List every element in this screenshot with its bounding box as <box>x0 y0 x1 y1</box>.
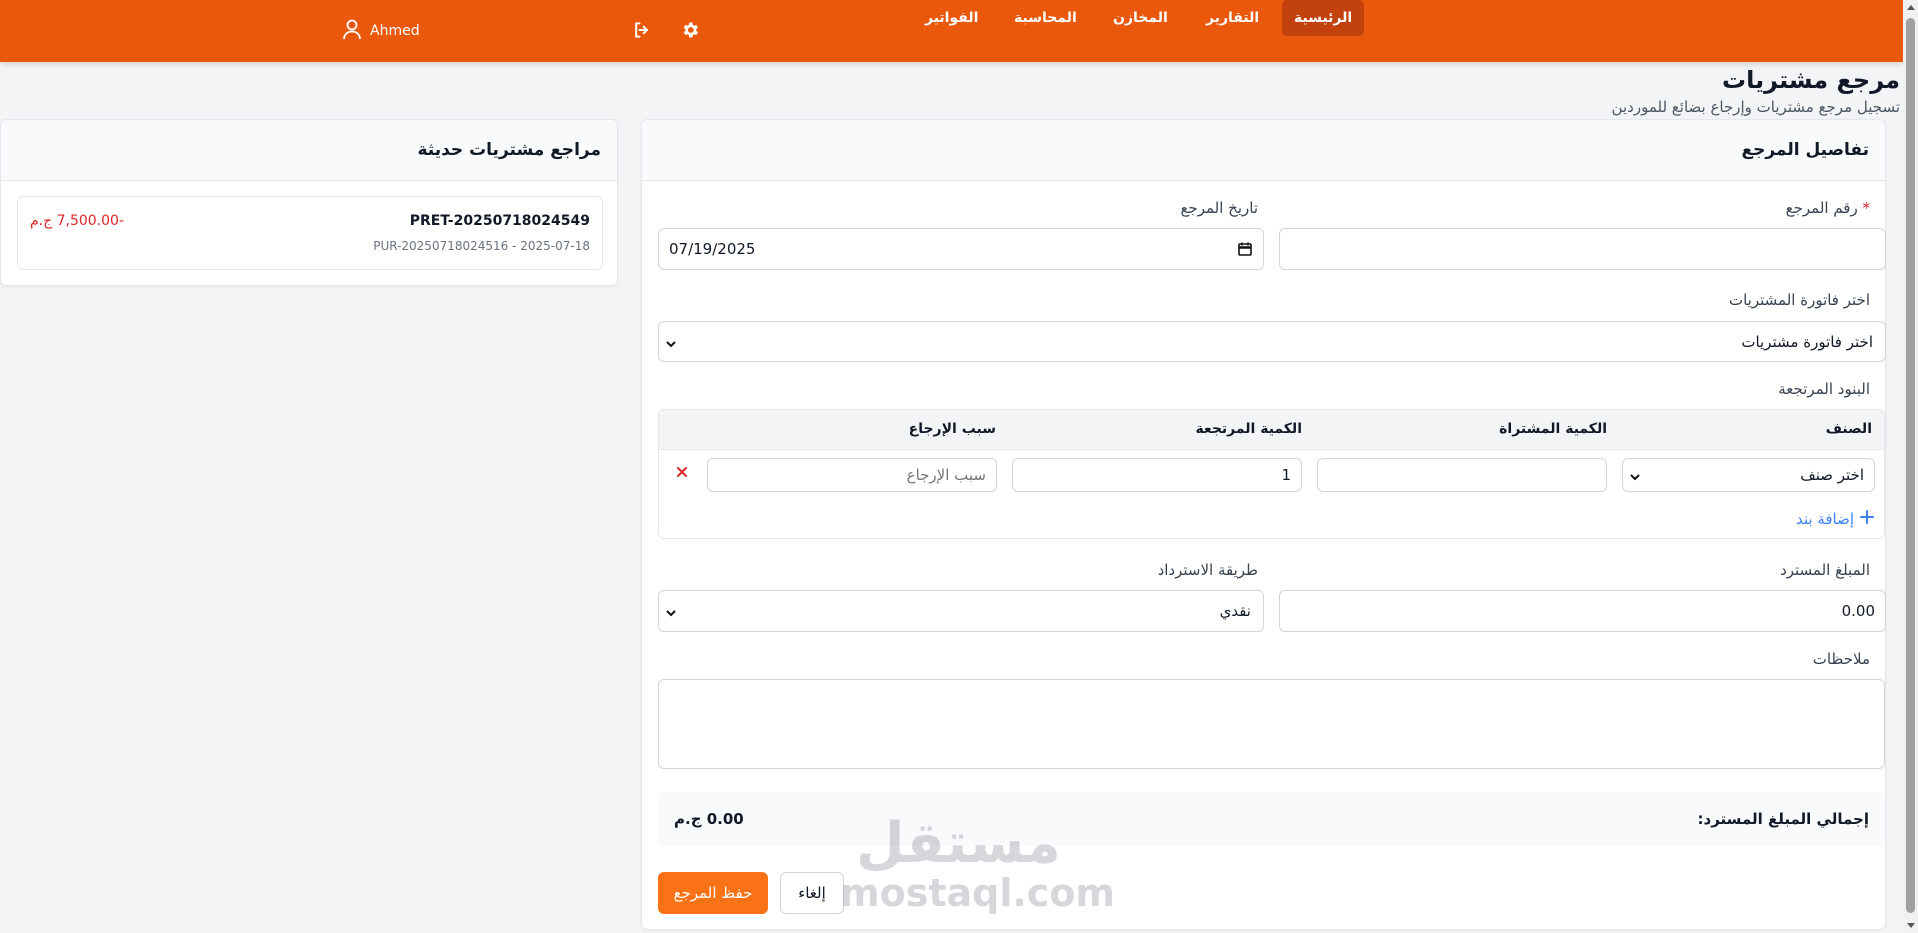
return-number-input[interactable] <box>1279 228 1886 270</box>
refund-amount-label: المبلغ المسترد <box>1780 561 1870 579</box>
recent-returns-card: مراجع مشتريات حديثة PRET-20250718024549 … <box>0 119 618 286</box>
add-line-label: إضافة بند <box>1795 510 1854 528</box>
chevron-down-icon <box>1629 469 1641 481</box>
item-selected: اختر صنف <box>1800 466 1864 484</box>
returned-items-label: البنود المرتجعة <box>1778 380 1870 398</box>
col-returned-qty: الكمية المرتجعة <box>1195 421 1302 437</box>
notes-textarea[interactable] <box>658 679 1885 769</box>
purchase-invoice-label: اختر فاتورة المشتريات <box>1728 291 1870 309</box>
logout-icon[interactable] <box>632 20 654 42</box>
purchase-invoice-select[interactable]: اختر فاتورة مشتريات <box>658 321 1886 362</box>
returned-items-table: الصنف الكمية المشتراة الكمية المرتجعة سب… <box>658 409 1885 539</box>
notes-label: ملاحظات <box>1812 650 1870 668</box>
required-mark: * <box>1862 199 1871 217</box>
refund-method-selected: نقدي <box>1219 602 1251 620</box>
total-refund-label: إجمالي المبلغ المسترد: <box>1697 810 1869 828</box>
purchased-qty-input[interactable] <box>1317 458 1607 492</box>
col-return-reason: سبب الإرجاع <box>908 421 996 437</box>
nav-accounting[interactable]: المحاسبة <box>1002 0 1089 36</box>
refund-method-label: طريقة الاسترداد <box>1157 561 1258 579</box>
return-number-label: * رقم المرجع <box>1785 199 1871 217</box>
refund-method-select[interactable]: نقدي <box>658 590 1264 632</box>
recent-return-meta: PUR-20250718024516 - 2025-07-18 <box>373 239 590 253</box>
return-details-title: تفاصيل المرجع <box>1741 140 1869 160</box>
user-icon <box>342 18 362 44</box>
chevron-down-icon <box>665 336 677 348</box>
user-menu[interactable]: Ahmed <box>342 18 420 44</box>
return-date-label: تاريخ المرجع <box>1180 199 1258 217</box>
col-item: الصنف <box>1825 421 1872 437</box>
page-scrollbar[interactable] <box>1903 0 1918 933</box>
scroll-down-arrow-icon[interactable] <box>1907 923 1915 928</box>
return-details-card: تفاصيل المرجع * رقم المرجع تاريخ المرجع … <box>641 119 1886 930</box>
recent-returns-header: مراجع مشتريات حديثة <box>1 120 617 181</box>
total-refund-value: 0.00 ج.م <box>674 810 744 828</box>
nav-invoices[interactable]: الفواتير <box>913 0 990 36</box>
scroll-thumb[interactable] <box>1906 18 1915 913</box>
return-date-field[interactable]: 07/19/2025 <box>658 228 1264 270</box>
save-return-button[interactable]: حفظ المرجع <box>658 872 768 914</box>
chevron-down-icon <box>665 605 677 617</box>
return-date-value: 07/19/2025 <box>669 240 756 258</box>
remove-line-close-icon[interactable] <box>675 465 689 479</box>
scroll-up-arrow-icon[interactable] <box>1907 5 1915 10</box>
refund-amount-input[interactable] <box>1279 590 1886 632</box>
total-refund-box: إجمالي المبلغ المسترد: 0.00 ج.م <box>658 792 1885 846</box>
return-details-header: تفاصيل المرجع <box>642 120 1885 181</box>
add-line-button[interactable]: إضافة بند <box>1796 510 1874 528</box>
settings-gear-icon[interactable] <box>680 20 702 42</box>
recent-return-number: PRET-20250718024549 <box>409 213 590 229</box>
purchase-invoice-selected: اختر فاتورة مشتريات <box>1741 332 1873 351</box>
items-table-header: الصنف الكمية المشتراة الكمية المرتجعة سب… <box>659 410 1884 450</box>
page-subtitle: تسجيل مرجع مشتريات وإرجاع بضائع للموردين <box>1611 98 1900 116</box>
nav-reports[interactable]: التقارير <box>1194 0 1271 36</box>
plus-icon <box>1860 510 1874 528</box>
recent-return-amount: -7,500.00 ج.م <box>30 213 125 229</box>
item-select[interactable]: اختر صنف <box>1622 458 1875 492</box>
nav-warehouses[interactable]: المخازن <box>1101 0 1180 36</box>
recent-returns-title: مراجع مشتريات حديثة <box>417 140 601 160</box>
nav-home[interactable]: الرئيسية <box>1282 0 1365 36</box>
col-purchased-qty: الكمية المشتراة <box>1499 421 1607 437</box>
top-navbar: الرئيسية التقارير المخازن المحاسبة الفوا… <box>0 0 1903 62</box>
cancel-button[interactable]: إلغاء <box>780 872 844 914</box>
calendar-icon[interactable] <box>1237 241 1253 261</box>
returned-qty-input[interactable] <box>1012 458 1302 492</box>
page-title: مرجع مشتريات <box>1722 66 1900 94</box>
recent-return-item[interactable]: PRET-20250718024549 PUR-20250718024516 -… <box>17 196 603 270</box>
user-name: Ahmed <box>370 23 420 39</box>
return-reason-input[interactable] <box>707 458 997 492</box>
